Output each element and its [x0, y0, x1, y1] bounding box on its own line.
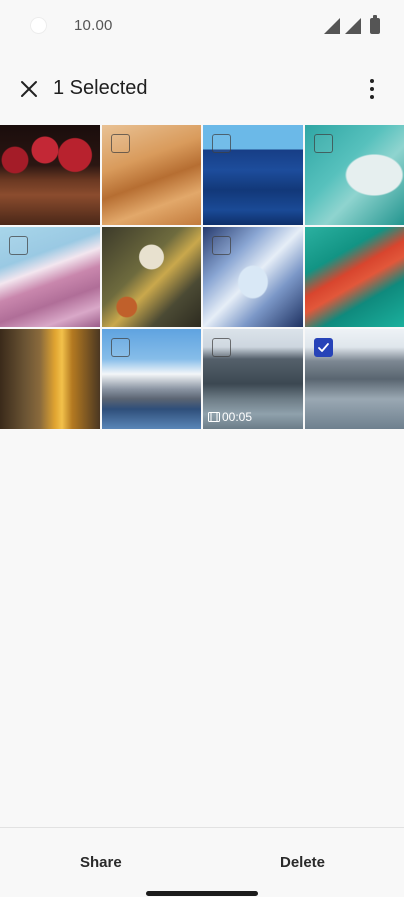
select-checkbox[interactable]	[212, 134, 231, 153]
share-button[interactable]: Share	[80, 854, 122, 871]
media-tile[interactable]	[0, 125, 100, 225]
check-icon	[317, 343, 329, 352]
selection-count-title: 1 Selected	[53, 77, 148, 99]
select-checkbox[interactable]	[212, 236, 231, 255]
media-tile[interactable]	[0, 329, 100, 429]
video-tile[interactable]: 00:05	[203, 329, 303, 429]
select-checkbox[interactable]	[212, 338, 231, 357]
select-checkbox[interactable]	[313, 134, 333, 153]
more-vert-icon	[370, 79, 374, 83]
video-duration: 00:05	[222, 410, 253, 424]
battery-icon	[370, 15, 380, 34]
media-tile[interactable]	[304, 125, 404, 225]
media-tile[interactable]	[0, 227, 100, 327]
delete-button[interactable]: Delete	[280, 854, 325, 871]
media-tile[interactable]	[203, 125, 303, 225]
close-icon	[21, 81, 37, 97]
video-icon	[208, 412, 220, 422]
wifi-signal-icon	[345, 18, 361, 34]
media-tile[interactable]	[304, 227, 404, 327]
bottom-action-bar: Share Delete	[0, 827, 404, 897]
select-checkbox-checked[interactable]	[313, 338, 333, 357]
select-checkbox[interactable]	[110, 338, 130, 357]
status-bar: 10.00	[0, 0, 404, 52]
home-indicator[interactable]	[146, 891, 258, 896]
cellular-signal-icon	[324, 18, 340, 34]
media-grid: 00:05	[0, 125, 404, 429]
select-checkbox[interactable]	[110, 134, 130, 153]
video-duration-badge: 00:05	[208, 410, 252, 424]
close-selection-button[interactable]	[16, 76, 42, 102]
more-options-button[interactable]	[360, 76, 384, 102]
gallery-selection-screen: 10.00 1 Selected 00:05 Share Delete	[0, 0, 404, 897]
status-icons	[324, 15, 380, 34]
app-bar: 1 Selected	[0, 66, 404, 112]
front-camera-cutout	[30, 17, 47, 34]
media-tile[interactable]	[101, 227, 201, 327]
media-tile[interactable]	[101, 329, 201, 429]
media-tile[interactable]	[101, 125, 201, 225]
status-time: 10.00	[74, 17, 113, 34]
media-tile-selected[interactable]	[304, 329, 404, 429]
media-tile[interactable]	[203, 227, 303, 327]
select-checkbox[interactable]	[9, 236, 28, 255]
